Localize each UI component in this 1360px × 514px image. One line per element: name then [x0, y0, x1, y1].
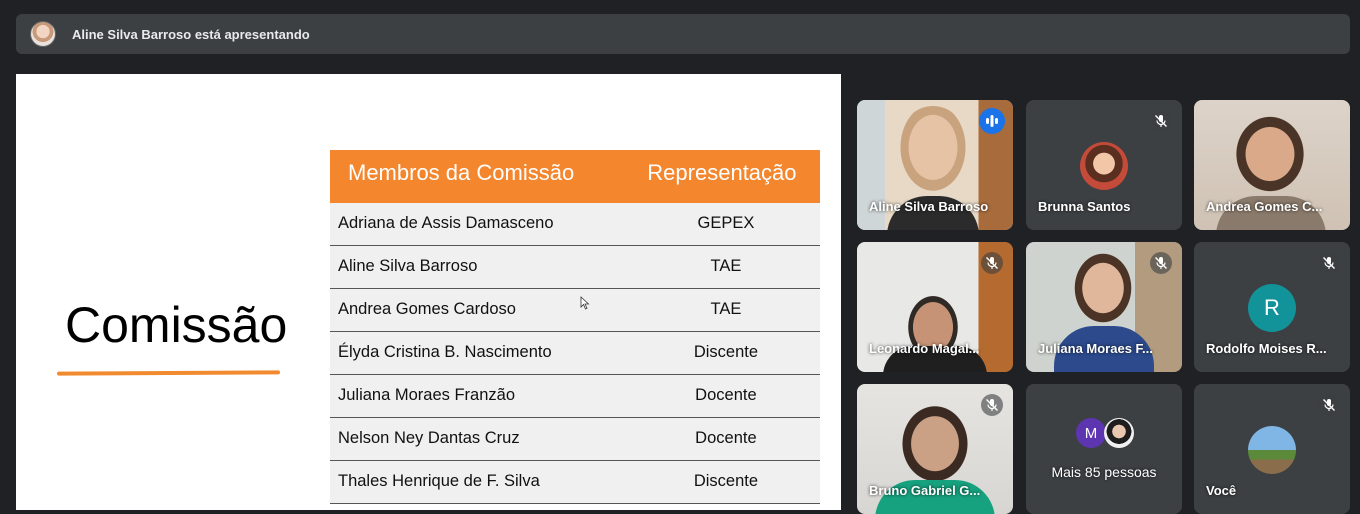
table-row: Juliana Moraes Franzão Docente [330, 374, 820, 418]
speaking-indicator-icon [979, 108, 1005, 134]
more-participants-label: Mais 85 pessoas [1051, 464, 1157, 480]
column-header-representation: Representação [631, 150, 820, 203]
participant-tile-andrea[interactable]: Andrea Gomes C... [1194, 100, 1350, 230]
participant-name: Rodolfo Moises R... [1206, 341, 1327, 356]
table-row: Andrea Gomes Cardoso TAE [330, 288, 820, 332]
member-representation: TAE [631, 288, 820, 332]
participant-name: Leonardo Magal... [869, 341, 980, 356]
participant-name: Andrea Gomes C... [1206, 199, 1323, 214]
participant-tile-rodolfo[interactable]: R Rodolfo Moises R... [1194, 242, 1350, 372]
member-name: Élyda Cristina B. Nascimento [330, 331, 632, 375]
participant-tile-leonardo[interactable]: Leonardo Magal... [857, 242, 1013, 372]
presenter-bar: Aline Silva Barroso está apresentando [16, 14, 1350, 54]
avatar-initial: R [1264, 295, 1280, 320]
member-representation: Discente [631, 460, 820, 504]
participant-tile-brunna[interactable]: Brunna Santos [1026, 100, 1182, 230]
participant-avatar: R [1248, 284, 1296, 332]
table-row: Élyda Cristina B. Nascimento Discente [330, 331, 820, 375]
participant-tile-aline[interactable]: Aline Silva Barroso [857, 100, 1013, 230]
member-name: Adriana de Assis Damasceno [330, 202, 632, 246]
table-row: Adriana de Assis Damasceno GEPEX [330, 202, 820, 246]
participant-tile-juliana[interactable]: Juliana Moraes F... [1026, 242, 1182, 372]
mic-muted-icon [1150, 110, 1172, 132]
avatar-initial: M [1084, 424, 1098, 442]
table-row: Nelson Ney Dantas Cruz Docente [330, 417, 820, 461]
member-name: Aline Silva Barroso [330, 245, 632, 289]
mouse-cursor-icon [580, 296, 590, 310]
heading-underline [56, 370, 281, 376]
table-header-row: Membros da Comissão Representação [330, 150, 820, 203]
member-name: Nelson Ney Dantas Cruz [330, 417, 632, 461]
participant-tile-self[interactable]: Você [1194, 384, 1350, 514]
mic-muted-icon [1318, 394, 1340, 416]
more-participants-tile[interactable]: M Mais 85 pessoas [1026, 384, 1182, 514]
member-representation: Docente [631, 374, 820, 418]
mic-muted-icon [1150, 252, 1172, 274]
member-representation: TAE [631, 245, 820, 289]
participant-avatar [1248, 426, 1296, 474]
participant-avatar: M [1076, 418, 1106, 448]
members-table: Membros da Comissão Representação Adrian… [330, 150, 820, 504]
participant-avatar [1080, 142, 1128, 190]
presenter-avatar [30, 21, 56, 47]
table-row: Thales Henrique de F. Silva Discente [330, 460, 820, 504]
participant-name: Juliana Moraes F... [1038, 341, 1153, 356]
presentation-slide: Comissão Membros da Comissão Representaç… [16, 74, 841, 510]
participant-name: Aline Silva Barroso [869, 199, 989, 214]
participant-avatar [1104, 418, 1134, 448]
member-representation: GEPEX [631, 202, 820, 246]
participant-name: Você [1206, 483, 1237, 498]
participant-name: Bruno Gabriel G... [869, 483, 981, 498]
mic-muted-icon [981, 252, 1003, 274]
table-row: Aline Silva Barroso TAE [330, 245, 820, 289]
mic-muted-icon [981, 394, 1003, 416]
member-name: Thales Henrique de F. Silva [330, 460, 632, 504]
participant-tile-bruno[interactable]: Bruno Gabriel G... [857, 384, 1013, 514]
column-header-members: Membros da Comissão [330, 150, 632, 203]
member-representation: Discente [631, 331, 820, 375]
member-representation: Docente [631, 417, 820, 461]
presenter-title: Aline Silva Barroso está apresentando [72, 26, 310, 42]
member-name: Juliana Moraes Franzão [330, 374, 632, 418]
participant-name: Brunna Santos [1038, 199, 1131, 214]
mic-muted-icon [1318, 252, 1340, 274]
slide-heading: Comissão [65, 297, 288, 353]
